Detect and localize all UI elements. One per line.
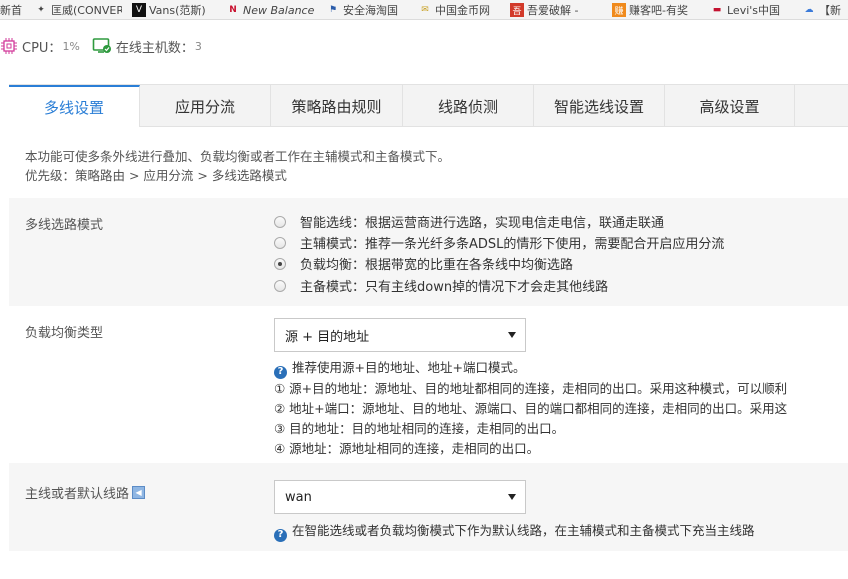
bookmark-item[interactable]: 新首 [0, 0, 28, 19]
bookmark-label: 匡威(CONVER [51, 4, 122, 17]
intro-text: 本功能可使多条外线进行叠加、负载均衡或者工作在主辅模式和主备模式下。 优先级：策… [25, 147, 450, 185]
bookmark-label: 新首 [0, 4, 22, 17]
levis-icon: ▬ [712, 5, 722, 15]
tab-label: 策略路由规则 [291, 97, 382, 116]
tab-smart-line-settings[interactable]: 智能选线设置 [534, 85, 665, 127]
zhuanke-icon: 赚 [612, 3, 626, 17]
default-line-select[interactable]: wan [274, 480, 526, 514]
monitor-check-icon [92, 38, 111, 53]
tab-multiline-settings[interactable]: 多线设置 [9, 85, 140, 128]
online-hosts-stat: 在线主机数： 3 [92, 37, 202, 56]
cloud-icon: ☁ [804, 5, 814, 15]
tab-label: 高级设置 [699, 97, 760, 116]
tab-app-traffic-split[interactable]: 应用分流 [140, 85, 271, 127]
online-hosts-label: 在线主机数： [115, 40, 194, 56]
priority-line: 优先级：策略路由 > 应用分流 > 多线选路模式 [25, 168, 287, 183]
lb-type-label: 负载均衡类型 [25, 326, 104, 341]
default-line-label-wrap: 主线或者默认线路 ◀ [25, 483, 146, 502]
default-line-row: 主线或者默认线路 ◀ wan ? 在智能选线或者负载均衡模式下作为默认线路，在主辅… [9, 463, 848, 551]
tab-line-detection[interactable]: 线路侦测 [403, 85, 534, 127]
lb-type-select[interactable]: 源 + 目的地址 [274, 318, 526, 352]
bookmark-item[interactable]: ⚑ 安全海淘国 [326, 0, 412, 19]
lb-type-row: 负载均衡类型 源 + 目的地址 ? 推荐使用源+目的地址、地址+端口模式。 ① 源… [9, 306, 848, 463]
nb-logo-icon: N [229, 5, 237, 15]
tab-label: 智能选线设置 [553, 97, 644, 116]
bookmark-item[interactable]: ✉ 中国金币网 [418, 0, 502, 19]
bookmark-item[interactable]: 赚 赚客吧-有奖 [612, 0, 702, 19]
bookmark-label: 中国金币网 [435, 4, 490, 17]
bookmarks-bar: 新首 ✦ 匡威(CONVER V Vans(范斯) N New Balance … [0, 0, 848, 20]
help-title: 推荐使用源+目的地址、地址+端口模式。 [292, 360, 526, 375]
radio-load-balance[interactable] [274, 257, 286, 270]
flag-icon: ⚑ [328, 5, 338, 15]
52pojie-icon: 吾 [510, 3, 524, 17]
tab-advanced-settings[interactable]: 高级设置 [665, 85, 795, 127]
bookmark-label: Levi's中国 [727, 4, 781, 17]
bookmark-label: New Balance [243, 3, 315, 17]
lb-type-selected: 源 + 目的地址 [285, 329, 370, 345]
cpu-stat: CPU： 1% [0, 37, 80, 56]
tab-label: 线路侦测 [437, 97, 498, 116]
help-title-line: ? 推荐使用源+目的地址、地址+端口模式。 [274, 358, 787, 379]
cpu-label: CPU： [22, 40, 62, 56]
default-line-selected: wan [285, 489, 312, 505]
help-line: ② 地址+端口：源地址、目的地址、源端口、目的端口都相同的连接，走相同的出口。采… [274, 400, 788, 416]
cpu-chip-icon [1, 38, 17, 54]
bookmark-label: 安全海淘国 [343, 4, 398, 17]
tab-label: 应用分流 [174, 97, 235, 116]
bookmark-item[interactable]: N New Balance [226, 0, 318, 19]
default-line-help-text: 在智能选线或者负载均衡模式下作为默认线路，在主辅模式和主备模式下充当主线路 [292, 523, 755, 538]
help-line: ③ 目的地址：目的地址相同的连接，走相同的出口。 [274, 420, 565, 436]
online-hosts-value: 3 [194, 39, 202, 53]
bookmark-item[interactable]: ✦ 匡威(CONVER [34, 0, 122, 19]
mode-option-text: 主备模式：只有主线down掉的情况下才会走其他线路 [300, 280, 609, 295]
radio-primary-aux[interactable] [274, 236, 286, 249]
intro-line: 本功能可使多条外线进行叠加、负载均衡或者工作在主辅模式和主备模式下。 [25, 149, 451, 164]
vans-v-icon: V [132, 3, 146, 17]
line-mode-label: 多线选路模式 [25, 218, 104, 233]
chevron-down-icon [508, 332, 516, 338]
chevron-down-icon [508, 494, 516, 500]
mode-option-smart[interactable]: 智能选线：根据运营商进行选路，实现电信走电信，联通走联通 [274, 212, 664, 231]
bookmark-item[interactable]: V Vans(范斯) [132, 0, 218, 19]
status-bar: CPU： 1% 在线主机数： 3 [0, 30, 214, 62]
mode-option-load-balance[interactable]: 负载均衡：根据带宽的比重在各条线中均衡选路 [274, 254, 573, 273]
arrow-left-icon[interactable]: ◀ [132, 486, 146, 499]
mode-option-text: 智能选线：根据运营商进行选路，实现电信走电信，联通走联通 [300, 216, 665, 231]
converse-star-icon: ✦ [37, 5, 45, 15]
settings-tabs: 多线设置 应用分流 策略路由规则 线路侦测 智能选线设置 高级设置 [9, 84, 848, 128]
default-line-label: 主线或者默认线路 [25, 487, 130, 502]
mode-option-text: 负载均衡：根据带宽的比重在各条线中均衡选路 [300, 258, 574, 273]
radio-primary-backup[interactable] [274, 279, 286, 292]
help-line: ④ 源地址：源地址相同的连接，走相同的出口。 [274, 440, 540, 456]
bookmark-label: 吾爱破解 - [527, 4, 579, 17]
main-content: 本功能可使多条外线进行叠加、负载均衡或者工作在主辅模式和主备模式下。 优先级：策… [9, 127, 848, 579]
envelope-icon: ✉ [421, 5, 429, 15]
line-mode-row: 多线选路模式 智能选线：根据运营商进行选路，实现电信走电信，联通走联通 主辅模式… [9, 198, 848, 306]
bookmark-item[interactable]: ☁ 【新 [802, 0, 848, 19]
bookmark-item[interactable]: ▬ Levi's中国 [710, 0, 796, 19]
mode-option-text: 主辅模式：推荐一条光纤多条ADSL的情形下使用，需要配合开启应用分流 [300, 237, 725, 252]
question-icon: ? [274, 365, 287, 379]
help-line: ① 源+目的地址：源地址、目的地址都相同的连接，走相同的出口。采用这种模式，可以… [274, 380, 788, 396]
mode-option-primary-backup[interactable]: 主备模式：只有主线down掉的情况下才会走其他线路 [274, 276, 608, 295]
question-icon: ? [274, 528, 287, 542]
default-line-help: ? 在智能选线或者负载均衡模式下作为默认线路，在主辅模式和主备模式下充当主线路 [274, 521, 755, 542]
bookmark-label: 【新 [819, 4, 841, 17]
bookmark-item[interactable]: 吾 吾爱破解 - [510, 0, 602, 19]
tab-policy-routing-rules[interactable]: 策略路由规则 [271, 85, 403, 127]
bookmark-label: 赚客吧-有奖 [629, 4, 688, 17]
radio-smart-line[interactable] [274, 215, 286, 228]
mode-option-primary-aux[interactable]: 主辅模式：推荐一条光纤多条ADSL的情形下使用，需要配合开启应用分流 [274, 233, 724, 252]
bookmark-label: Vans(范斯) [149, 4, 206, 17]
cpu-value: 1% [62, 39, 80, 53]
lb-type-help: ? 推荐使用源+目的地址、地址+端口模式。 ① 源+目的地址：源地址、目的地址都相… [274, 358, 787, 459]
tab-label: 多线设置 [43, 99, 104, 117]
